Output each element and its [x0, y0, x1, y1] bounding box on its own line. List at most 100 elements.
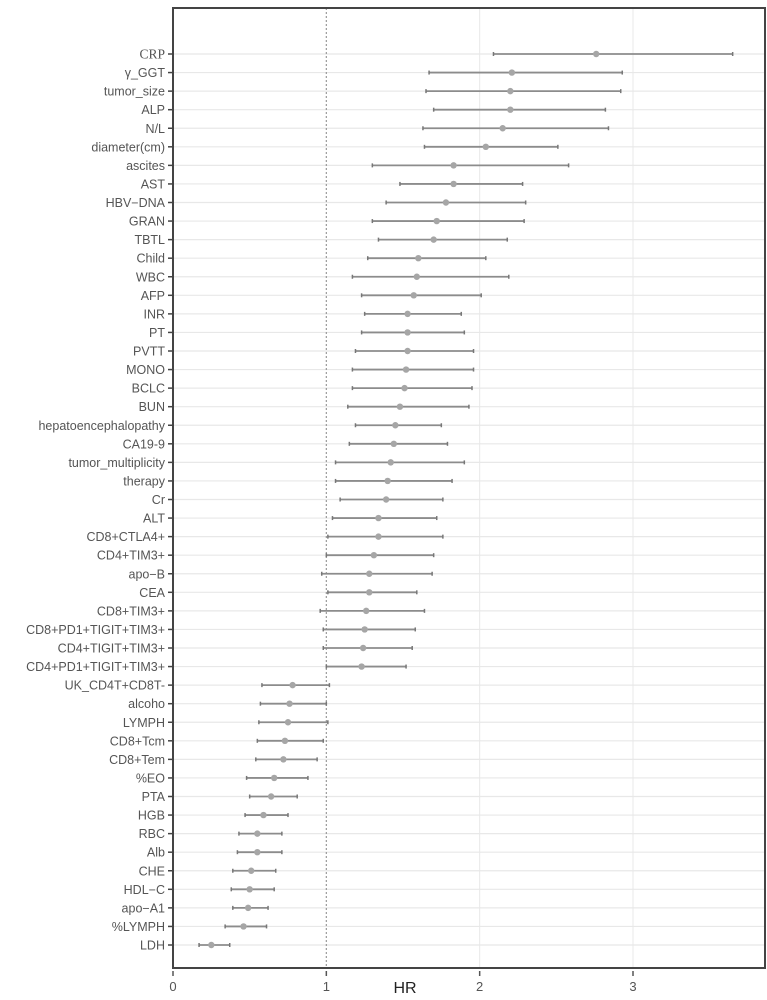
row-label: AFP	[141, 289, 165, 303]
hr-point	[384, 477, 391, 485]
row-label: HDL−C	[124, 883, 165, 897]
grid-layer	[173, 8, 765, 968]
x-tick-label: 1	[323, 979, 330, 994]
hr-point	[450, 162, 457, 169]
row-label: LYMPH	[123, 716, 165, 730]
hr-point	[244, 904, 252, 912]
hr-point	[280, 756, 287, 763]
hr-point	[363, 607, 370, 615]
hr-point	[404, 329, 411, 336]
hr-point	[392, 422, 399, 429]
hr-point	[413, 273, 420, 280]
row-label: CD8+PD1+TIGIT+TIM3+	[26, 623, 165, 637]
row-label: UK_CD4T+CD8T-	[65, 679, 165, 693]
hr-point	[286, 700, 293, 707]
hr-point	[271, 774, 278, 782]
row-label: Child	[137, 252, 166, 266]
hr-point	[370, 551, 378, 559]
row-label: CD4+TIM3+	[97, 549, 165, 563]
row-label: HBV−DNA	[106, 196, 166, 210]
hr-point	[404, 310, 411, 318]
hr-point	[507, 87, 514, 95]
x-tick-label: 3	[629, 979, 636, 994]
row-label: CD8+TIM3+	[97, 604, 165, 618]
row-label: alcoho	[128, 697, 165, 711]
hr-point	[433, 217, 440, 225]
hr-point	[366, 589, 373, 596]
hr-point	[508, 69, 516, 76]
hr-point	[499, 125, 506, 132]
row-label: PT	[149, 326, 165, 340]
hr-point	[401, 384, 408, 392]
hr-point	[390, 440, 397, 448]
row-label: PVTT	[133, 345, 165, 359]
x-tick-label: 2	[476, 979, 483, 994]
hr-point	[246, 886, 253, 893]
row-label: AST	[141, 177, 166, 191]
hr-point	[289, 681, 296, 689]
row-label: diameter(cm)	[91, 140, 165, 154]
row-label: apo−B	[129, 567, 166, 581]
row-label: RBC	[139, 827, 165, 841]
hr-point	[267, 793, 275, 800]
x-tick-label: 0	[169, 979, 176, 994]
hr-point	[387, 459, 394, 466]
row-label: WBC	[136, 270, 165, 284]
hr-point	[450, 180, 457, 188]
row-label: MONO	[126, 363, 165, 377]
hr-point	[284, 719, 292, 726]
hr-point	[410, 292, 417, 299]
row-label: N/L	[146, 122, 166, 136]
row-label: hepatoencephalopathy	[38, 419, 165, 433]
forest-plot: CRP γ_GGT tumor_size ALP N/L diameter(cm) asci…	[26, 7, 766, 997]
row-label: CHE	[139, 864, 165, 878]
hr-point	[281, 737, 289, 745]
hr-point	[208, 941, 215, 949]
row-label: GRAN	[129, 215, 165, 229]
row-label: CD8+Tcm	[110, 734, 165, 748]
row-label: BUN	[139, 400, 165, 414]
row-label: apo−A1	[122, 901, 165, 915]
hr-point	[260, 811, 267, 819]
hr-point	[482, 143, 489, 151]
row-label: ALP	[141, 103, 165, 117]
row-label: CD8+CTLA4+	[86, 530, 165, 544]
row-label: CD4+TIGIT+TIM3+	[58, 642, 165, 656]
hr-point	[593, 50, 600, 58]
row-label: γ_GGT	[125, 66, 166, 80]
hr-point	[375, 514, 382, 522]
hr-point	[358, 663, 365, 670]
hr-point	[430, 236, 437, 243]
hr-point	[415, 254, 422, 262]
row-label: INR	[143, 307, 165, 321]
hr-point	[240, 923, 247, 930]
row-label: TBTL	[134, 233, 165, 247]
plot-frame	[172, 7, 766, 969]
row-label: ascites	[126, 159, 165, 173]
row-label: Alb	[147, 846, 165, 860]
row-label: PTA	[142, 790, 166, 804]
row-label: ALT	[143, 512, 165, 526]
row-label: BCLC	[132, 382, 165, 396]
row-label: Cr	[152, 493, 165, 507]
hr-point	[359, 644, 367, 652]
hr-point	[507, 106, 514, 113]
row-label: CD8+Tem	[109, 753, 165, 767]
row-label: tumor_size	[104, 85, 165, 99]
hr-point	[375, 533, 382, 540]
row-label: HGB	[138, 809, 165, 823]
row-label: CD4+PD1+TIGIT+TIM3+	[26, 660, 165, 674]
hr-point	[361, 626, 368, 633]
hr-point	[382, 496, 390, 503]
hr-point	[254, 830, 261, 837]
row-label: tumor_multiplicity	[68, 456, 165, 470]
row-label: therapy	[123, 474, 165, 488]
hr-point	[254, 848, 261, 856]
hr-point	[366, 570, 373, 577]
row-label: CEA	[139, 586, 165, 600]
x-axis-label: HR	[393, 980, 416, 997]
row-label: CRP	[139, 47, 165, 62]
row-label: LDH	[140, 939, 165, 953]
row-label: %LYMPH	[112, 920, 165, 934]
hr-point	[248, 867, 255, 874]
